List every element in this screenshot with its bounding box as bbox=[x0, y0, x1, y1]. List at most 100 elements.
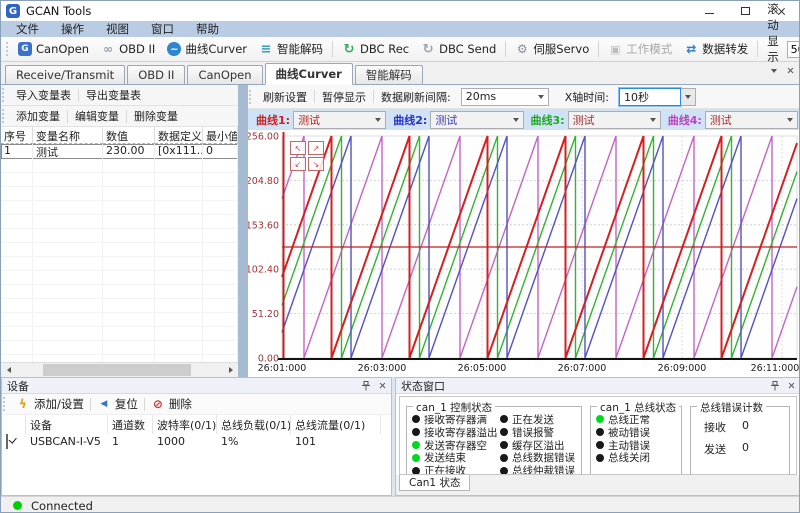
work-mode-icon: ▣ bbox=[608, 42, 622, 56]
curve-4-select[interactable]: 测试 bbox=[705, 111, 798, 129]
chart-pan-pad: ↖↗↙↘ bbox=[290, 141, 324, 171]
device-toolbar-button-0[interactable]: ϟ添加/设置 bbox=[10, 394, 90, 415]
tab-1[interactable]: OBD II bbox=[127, 65, 185, 84]
y-tick-label: 256.00 bbox=[248, 132, 279, 143]
curve-2-select[interactable]: 测试 bbox=[430, 111, 523, 129]
close-panel-icon[interactable] bbox=[379, 382, 386, 389]
tab-close-icon[interactable] bbox=[787, 67, 794, 74]
empty-cell bbox=[103, 215, 155, 229]
menu-item-3[interactable]: 窗口 bbox=[140, 21, 185, 37]
menu-item-1[interactable]: 操作 bbox=[50, 21, 95, 37]
curve-chart-plot[interactable]: 256.00204.80153.60102.4051.200.0026:01:0… bbox=[248, 130, 800, 377]
menu-item-0[interactable]: 文件 bbox=[5, 21, 50, 37]
variables-io-button-1[interactable]: 导出变量表 bbox=[79, 87, 148, 103]
empty-cell bbox=[203, 327, 238, 341]
gcan-tools-window: G GCAN Tools 文件操作视图窗口帮助 GCanOpen∞OBD II~… bbox=[0, 0, 800, 513]
toolbar-button[interactable]: ⚙伺服Servo bbox=[509, 39, 595, 60]
table-cell: 230.00 bbox=[103, 144, 155, 159]
variables-edit-button-1[interactable]: 编辑变量 bbox=[68, 108, 126, 124]
empty-cell bbox=[203, 159, 238, 173]
device-checkbox[interactable] bbox=[6, 434, 8, 449]
x-tick-label: 26:11:000 bbox=[751, 363, 800, 374]
pin-icon[interactable] bbox=[361, 381, 371, 391]
empty-cell bbox=[1, 257, 33, 271]
variables-edit-button-2[interactable]: 删除变量 bbox=[127, 108, 185, 124]
connection-status-led bbox=[13, 501, 22, 510]
chart-area[interactable]: ↖↗↙↘ 256.00204.80153.60102.4051.200.0026… bbox=[248, 130, 800, 377]
toolbar-button[interactable]: ↻DBC Send bbox=[415, 39, 502, 60]
toolbar-button[interactable]: ≡智能解码 bbox=[253, 39, 329, 60]
can1-status-tab[interactable]: Can1 状态 bbox=[399, 475, 470, 491]
chart-pan-button-3[interactable]: ↘ bbox=[308, 157, 324, 171]
column-header[interactable]: 波特率(0/1) bbox=[153, 415, 217, 434]
empty-table-row bbox=[1, 243, 238, 257]
toolbar-button[interactable]: GCanOpen bbox=[12, 39, 95, 60]
empty-cell bbox=[33, 215, 103, 229]
bus-status-group: can_1 总线状态总线正常被动错误主动错误总线关闭 bbox=[590, 406, 682, 475]
chart-pan-button-0[interactable]: ↖ bbox=[290, 141, 306, 155]
scroll-right-button[interactable] bbox=[223, 363, 238, 377]
tab-overflow-chevron-down-icon[interactable] bbox=[771, 69, 777, 73]
curve-1-select[interactable]: 测试 bbox=[293, 111, 386, 129]
pin-icon[interactable] bbox=[770, 381, 780, 391]
curve-3-select[interactable]: 测试 bbox=[568, 111, 661, 129]
tab-0[interactable]: Receive/Transmit bbox=[5, 65, 125, 84]
empty-cell bbox=[33, 229, 103, 243]
toolbar-button-label: CanOpen bbox=[36, 42, 89, 56]
curve-panel: 刷新设置 暂停显示 数据刷新间隔: 20ms X轴时间: 10秒 曲线1:测试曲… bbox=[248, 85, 800, 377]
menu-item-2[interactable]: 视图 bbox=[95, 21, 140, 37]
column-header[interactable]: 变量名称 bbox=[33, 127, 103, 144]
empty-table-row bbox=[1, 355, 238, 362]
empty-cell bbox=[1, 173, 33, 187]
status-panel: 状态窗口 can_1 控制状态接收寄存器满接收寄存器溢出发送寄存器空发送结束正在… bbox=[395, 377, 800, 496]
device-toolbar-button-1[interactable]: ◀复位 bbox=[91, 394, 144, 415]
bottom-dock: 设备 ϟ添加/设置◀复位⊘删除 设备通道数波特率(0/1)总线负载(0/1)总线… bbox=[1, 377, 800, 496]
chart-pan-button-1[interactable]: ↗ bbox=[308, 141, 324, 155]
frame-count-input[interactable] bbox=[787, 41, 800, 58]
tab-4[interactable]: 智能解码 bbox=[355, 65, 423, 84]
pause-display-button[interactable]: 暂停显示 bbox=[315, 89, 373, 105]
vertical-splitter[interactable] bbox=[238, 85, 248, 377]
menu-item-4[interactable]: 帮助 bbox=[185, 21, 230, 37]
device-toolbar-button-2[interactable]: ⊘删除 bbox=[145, 394, 198, 415]
xaxis-time-dropdown-button[interactable] bbox=[681, 88, 696, 106]
refresh-settings-button[interactable]: 刷新设置 bbox=[256, 89, 314, 105]
empty-cell bbox=[1, 285, 33, 299]
column-header[interactable]: 总线负载(0/1) bbox=[217, 415, 291, 434]
column-header[interactable]: 最小值 bbox=[203, 127, 238, 144]
xaxis-time-select[interactable]: 10秒 bbox=[619, 88, 681, 106]
empty-cell bbox=[1, 201, 33, 215]
toolbar-button[interactable]: ~曲线Curver bbox=[161, 39, 253, 60]
empty-cell bbox=[155, 173, 203, 187]
maximize-button[interactable] bbox=[727, 1, 763, 21]
toolbar-button[interactable]: ∞OBD II bbox=[95, 39, 161, 60]
column-header[interactable]: 数值 bbox=[103, 127, 155, 144]
empty-cell bbox=[1, 355, 33, 362]
tab-3[interactable]: 曲线Curver bbox=[265, 63, 353, 85]
scrollbar-thumb[interactable] bbox=[43, 364, 191, 376]
column-header[interactable]: 序号 bbox=[1, 127, 33, 144]
column-header[interactable]: 设备 bbox=[26, 415, 108, 434]
empty-cell bbox=[33, 341, 103, 355]
variables-edit-button-0[interactable]: 添加变量 bbox=[9, 108, 67, 124]
column-header[interactable]: 数据定义 bbox=[155, 127, 203, 144]
device-row[interactable]: USBCAN-I-V5110001%101 bbox=[2, 434, 391, 452]
toolbar-button[interactable]: ▣工作模式 bbox=[602, 39, 678, 60]
table-row[interactable]: 1测试230.00[0x111...0 bbox=[1, 144, 238, 159]
close-panel-icon[interactable] bbox=[788, 382, 795, 389]
minimize-button[interactable] bbox=[691, 1, 727, 21]
chart-pan-button-2[interactable]: ↙ bbox=[290, 157, 306, 171]
status-indicator-label: 正在接收 bbox=[424, 463, 466, 475]
scroll-left-button[interactable] bbox=[1, 363, 16, 377]
column-header[interactable]: 总线流量(0/1) bbox=[291, 415, 381, 434]
column-header[interactable]: 通道数 bbox=[108, 415, 153, 434]
curve-3-label: 曲线3: bbox=[531, 112, 565, 128]
empty-table-row bbox=[1, 327, 238, 341]
horizontal-scrollbar[interactable] bbox=[1, 362, 238, 377]
tab-2[interactable]: CanOpen bbox=[187, 65, 262, 84]
toolbar-button[interactable]: ↻DBC Rec bbox=[336, 39, 415, 60]
variables-io-button-0[interactable]: 导入变量表 bbox=[9, 87, 78, 103]
interval-select[interactable]: 20ms bbox=[461, 88, 549, 106]
toolbar-button[interactable]: ⇄数据转发 bbox=[678, 39, 754, 60]
empty-cell bbox=[203, 341, 238, 355]
